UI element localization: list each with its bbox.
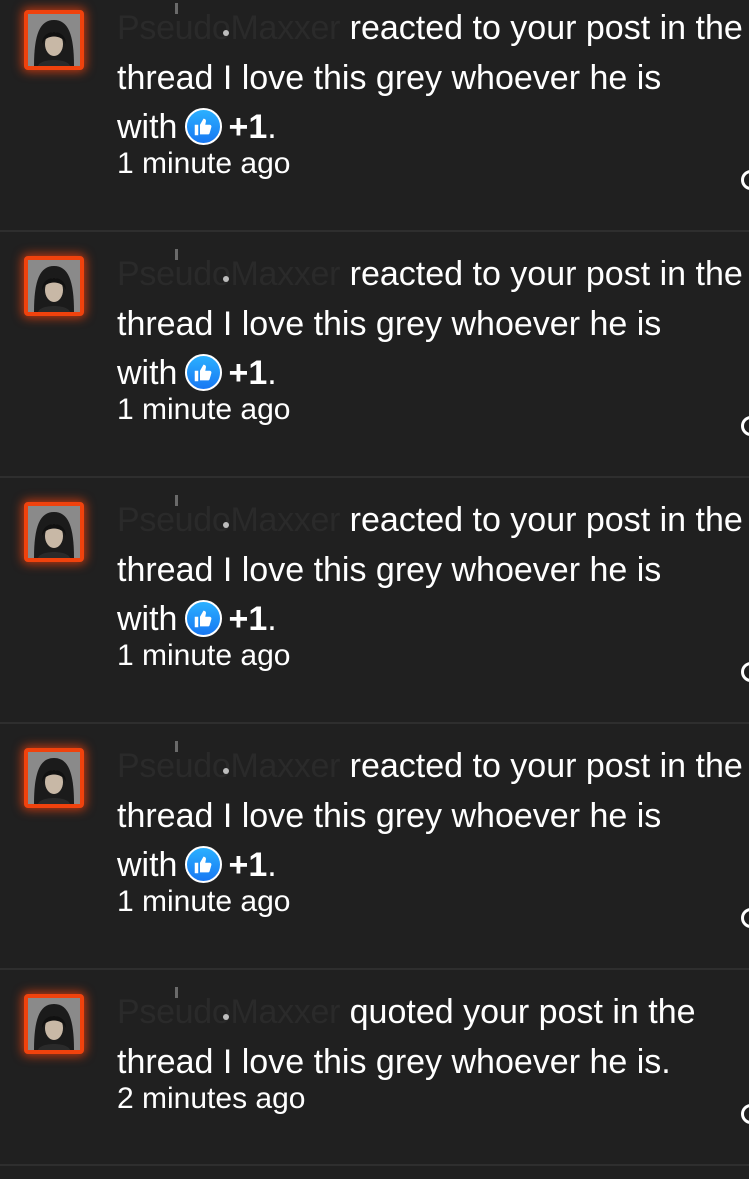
notification-text: PseudoMaxxer reacted to your post in the… <box>117 742 747 891</box>
notification-text: PseudoMaxxer reacted to your post in the… <box>117 4 747 153</box>
period: . <box>267 108 277 146</box>
notification-item[interactable]: PseudoMaxxer reacted to your post in the… <box>0 724 749 970</box>
username-link[interactable]: PseudoMaxxer <box>117 993 340 1031</box>
notification-list: PseudoMaxxer reacted to your post in the… <box>0 0 749 1166</box>
timestamp: 1 minute ago <box>117 147 291 180</box>
with-label: with <box>117 354 178 392</box>
period: . <box>267 846 277 884</box>
notification-text: PseudoMaxxer reacted to your post in the… <box>117 250 747 399</box>
reaction-count: +1 <box>228 354 268 392</box>
mark-read-toggle[interactable] <box>741 416 749 436</box>
reaction-line: with +1. <box>117 353 277 392</box>
user-avatar[interactable] <box>24 502 84 562</box>
timestamp: 1 minute ago <box>117 393 291 426</box>
avatar-portrait-icon <box>28 260 80 312</box>
mark-read-toggle[interactable] <box>741 1104 749 1124</box>
reaction-line: with +1. <box>117 845 277 884</box>
notification-item[interactable]: PseudoMaxxer reacted to your post in the… <box>0 0 749 232</box>
username-link[interactable]: PseudoMaxxer <box>117 501 340 539</box>
notification-text: PseudoMaxxer reacted to your post in the… <box>117 496 747 645</box>
reaction-count: +1 <box>228 108 268 146</box>
notification-item[interactable]: PseudoMaxxer reacted to your post in the… <box>0 232 749 478</box>
avatar-portrait-icon <box>28 14 80 66</box>
mark-read-toggle[interactable] <box>741 908 749 928</box>
notification-item[interactable]: PseudoMaxxer reacted to your post in the… <box>0 478 749 724</box>
reaction-count: +1 <box>228 846 268 884</box>
user-avatar[interactable] <box>24 256 84 316</box>
avatar-portrait-icon <box>28 506 80 558</box>
timestamp: 1 minute ago <box>117 885 291 918</box>
username-link[interactable]: PseudoMaxxer <box>117 255 340 293</box>
username-link[interactable]: PseudoMaxxer <box>117 747 340 785</box>
thumbs-up-icon <box>185 107 223 145</box>
timestamp: 1 minute ago <box>117 639 291 672</box>
with-label: with <box>117 846 178 884</box>
avatar-portrait-icon <box>28 998 80 1050</box>
user-avatar[interactable] <box>24 994 84 1054</box>
reaction-line: with +1. <box>117 107 277 146</box>
period: . <box>267 354 277 392</box>
reaction-count: +1 <box>228 600 268 638</box>
username-link[interactable]: PseudoMaxxer <box>117 9 340 47</box>
avatar-portrait-icon <box>28 752 80 804</box>
with-label: with <box>117 600 178 638</box>
notification-text: PseudoMaxxer quoted your post in the thr… <box>117 988 747 1087</box>
user-avatar[interactable] <box>24 10 84 70</box>
user-avatar[interactable] <box>24 748 84 808</box>
reaction-line: with +1. <box>117 599 277 638</box>
thumbs-up-icon <box>185 353 223 391</box>
with-label: with <box>117 108 178 146</box>
notification-item[interactable]: PseudoMaxxer quoted your post in the thr… <box>0 970 749 1166</box>
thumbs-up-icon <box>185 845 223 883</box>
timestamp: 2 minutes ago <box>117 1082 306 1115</box>
mark-read-toggle[interactable] <box>741 170 749 190</box>
mark-read-toggle[interactable] <box>741 662 749 682</box>
period: . <box>267 600 277 638</box>
thumbs-up-icon <box>185 599 223 637</box>
